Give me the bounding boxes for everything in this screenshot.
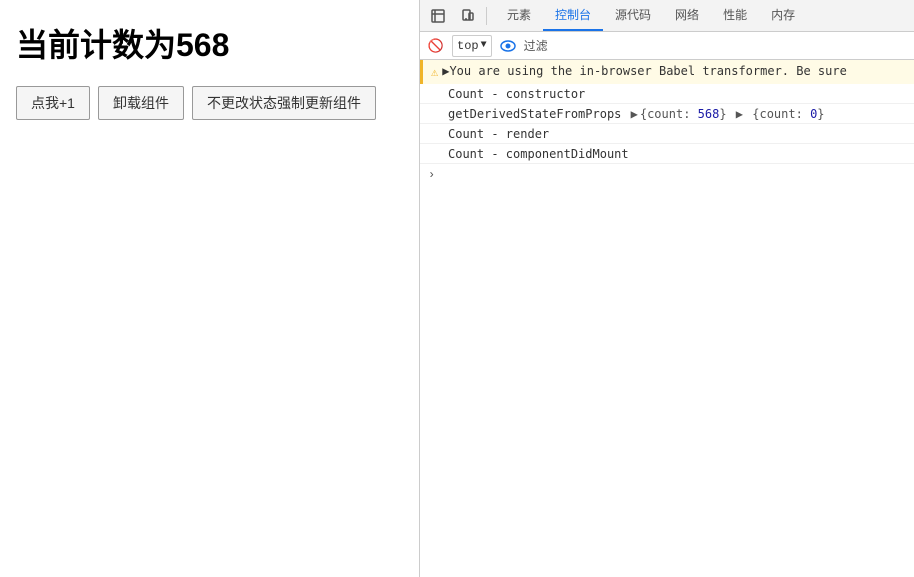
log-text-getderived: getDerivedStateFromProps	[448, 107, 629, 121]
console-warning-row: ⚠ ▶You are using the in-browser Babel tr…	[420, 60, 914, 84]
increment-button[interactable]: 点我+1	[16, 86, 90, 120]
devtools-tabs: 元素 控制台 源代码 网络 性能 内存	[491, 2, 910, 30]
force-update-button[interactable]: 不更改状态强制更新组件	[192, 86, 376, 120]
log-obj1[interactable]: {count: 568}	[640, 107, 727, 121]
unmount-button[interactable]: 卸载组件	[98, 86, 184, 120]
filter-label: 过滤	[524, 37, 548, 54]
log-text-render: Count - render	[448, 127, 549, 141]
left-panel: 当前计数为568 点我+1 卸载组件 不更改状态强制更新组件	[0, 0, 420, 577]
devtools-panel: 元素 控制台 源代码 网络 性能 内存 🚫 top ▼ 过滤 ⚠ ▶You ar…	[420, 0, 914, 577]
log-row-getderived: getDerivedStateFromProps ▶ {count: 568} …	[420, 104, 914, 124]
log-row-render: Count - render	[420, 124, 914, 144]
console-prompt-row[interactable]: ›	[420, 164, 914, 186]
log-text-componentdidmount: Count - componentDidMount	[448, 147, 629, 161]
tab-memory[interactable]: 内存	[759, 1, 807, 31]
log-row-constructor: Count - constructor	[420, 84, 914, 104]
tab-performance[interactable]: 性能	[711, 1, 759, 31]
log-row-componentdidmount: Count - componentDidMount	[420, 144, 914, 164]
log-text-constructor: Count - constructor	[448, 87, 585, 101]
chevron-down-icon: ▼	[481, 40, 487, 51]
separator	[486, 7, 487, 25]
page-title: 当前计数为568	[16, 20, 403, 66]
top-select-label: top	[457, 39, 479, 53]
clear-console-icon[interactable]: 🚫	[424, 34, 448, 58]
button-group: 点我+1 卸载组件 不更改状态强制更新组件	[16, 86, 403, 120]
warning-icon: ⚠	[431, 65, 438, 80]
tab-console[interactable]: 控制台	[543, 1, 603, 31]
devtools-top-bar: 元素 控制台 源代码 网络 性能 内存	[420, 0, 914, 32]
console-caret: ›	[428, 168, 435, 182]
device-toolbar-icon[interactable]	[454, 2, 482, 30]
inspect-element-icon[interactable]	[424, 2, 452, 30]
arrow-icon-1: ▶	[631, 107, 638, 121]
tab-sources[interactable]: 源代码	[603, 1, 663, 31]
console-toolbar: 🚫 top ▼ 过滤	[420, 32, 914, 60]
arrow-icon-2: ▶	[729, 107, 743, 121]
tab-network[interactable]: 网络	[663, 1, 711, 31]
top-context-select[interactable]: top ▼	[452, 35, 492, 57]
eye-icon[interactable]	[496, 34, 520, 58]
log-obj2[interactable]: {count: 0}	[745, 107, 825, 121]
warning-text: ▶You are using the in-browser Babel tran…	[442, 64, 847, 78]
tab-elements[interactable]: 元素	[495, 1, 543, 31]
console-content: ⚠ ▶You are using the in-browser Babel tr…	[420, 60, 914, 577]
